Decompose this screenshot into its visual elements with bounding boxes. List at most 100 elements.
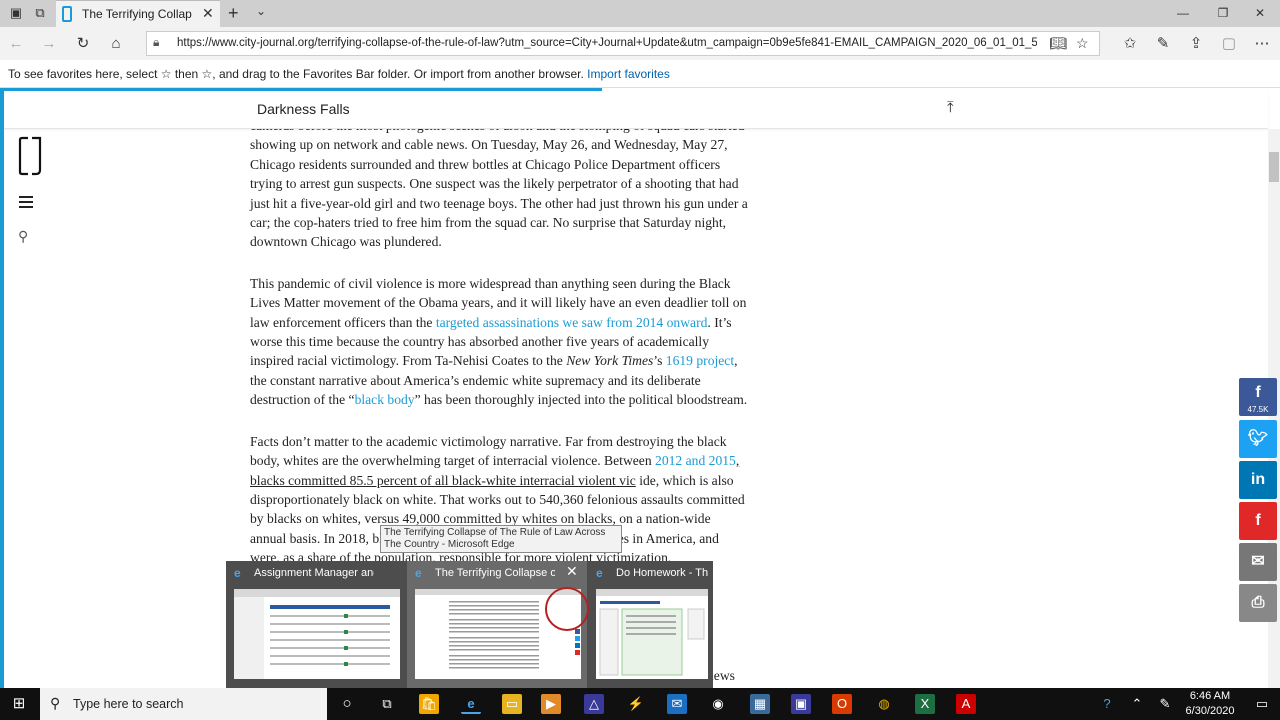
close-tab-icon[interactable]: ✕ (202, 5, 214, 22)
close-window-icon[interactable]: ✕ (1240, 0, 1280, 27)
cortana-icon[interactable]: ○ (337, 694, 357, 714)
linkedin-icon: in (1250, 471, 1266, 488)
back-to-top-icon[interactable]: ⤒ (947, 99, 954, 116)
paragraph: This pandemic of civil violence is more … (250, 275, 748, 408)
excel-icon[interactable]: X (915, 694, 935, 714)
tab-strip: ▣ ⧉ The Terrifying Collapse o ✕ + ⌄ — ❐ … (0, 0, 1280, 27)
search-icon[interactable]: ⚲ (18, 228, 28, 245)
forward-icon[interactable]: → (39, 34, 59, 54)
more-icon[interactable]: ⋯ (1252, 34, 1272, 54)
edge-taskbar-icon[interactable]: e (461, 694, 481, 714)
obs-icon[interactable]: ◉ (708, 694, 728, 714)
linkedin-share-button[interactable]: in (1239, 461, 1277, 499)
acrobat-icon[interactable]: A (956, 694, 976, 714)
print-button[interactable]: ⎙ (1239, 584, 1277, 622)
windows-taskbar: ⊞ ⚲ Type here to search ○ ⧉ 🛍︎ e ▭ ▶ △ ⚡… (0, 688, 1280, 720)
article-link[interactable]: targeted assassinations we saw from 2014… (436, 315, 708, 330)
clock-time: 6:46 AM (1189, 690, 1231, 702)
calendar-icon[interactable]: ▣ (791, 694, 811, 714)
tab-active[interactable]: The Terrifying Collapse o ✕ (56, 0, 220, 27)
thumbnail-preview (596, 589, 708, 679)
back-icon[interactable]: ← (6, 34, 26, 54)
extension-icon[interactable]: ▢ (1219, 34, 1239, 54)
favicon-icon (62, 6, 72, 22)
lock-icon[interactable]: 🔒︎ (153, 35, 159, 50)
calculator-icon[interactable]: ▦ (750, 694, 770, 714)
task-view-icon[interactable]: ⧉ (377, 694, 397, 714)
reading-view-icon[interactable]: 📖︎ (1049, 35, 1067, 52)
city-journal-logo[interactable]: CJ (18, 135, 44, 177)
mail-icon[interactable]: ✉ (667, 694, 687, 714)
tray-expand-icon[interactable]: ⌃ (1127, 694, 1147, 714)
mouse-cursor-icon: ↖ (566, 603, 577, 617)
tabs-aside-icon[interactable]: ⧉ (31, 5, 49, 21)
tab-actions-icon[interactable]: ▣ (7, 5, 25, 21)
notification-icon[interactable]: ▭ (1252, 694, 1272, 714)
thumbnail-title: Assignment Manager and 7 mo... (254, 567, 374, 579)
favorites-hub-icon[interactable]: ✩ (1120, 34, 1140, 54)
menu-icon[interactable] (19, 196, 33, 208)
store-icon[interactable]: 🛍︎ (419, 694, 439, 714)
email-icon: ✉ (1251, 553, 1265, 570)
flipboard-share-button[interactable]: f (1239, 502, 1277, 540)
taskbar-clock[interactable]: 6:46 AM 6/30/2020 (1180, 689, 1240, 719)
chevron-down-icon[interactable]: ⌄ (256, 4, 266, 18)
article-link[interactable]: black body (355, 392, 415, 407)
taskbar-thumbnail-popup: e Assignment Manager and 7 mo... e The Ter… (226, 561, 713, 688)
search-placeholder: Type here to search (73, 697, 184, 711)
app-icon[interactable]: △ (584, 694, 604, 714)
windows-start-icon[interactable]: ⊞ (9, 694, 29, 714)
thumbnail-title: The Terrifying Collapse of... (435, 567, 555, 579)
navigation-bar: ← → ↻ ⌂ 🔒︎ https://www.city-journal.org/… (0, 27, 1280, 60)
facebook-share-count: 47.5K (1247, 405, 1269, 414)
article-link[interactable]: 1619 project (666, 353, 734, 368)
scrollbar-thumb[interactable] (1269, 152, 1279, 182)
thumbnail-title: Do Homework - Th... (616, 567, 708, 579)
search-icon: ⚲ (50, 695, 61, 711)
import-favorites-link[interactable]: Import favorites (587, 67, 670, 81)
pen-workspace-icon[interactable]: ✎ (1155, 694, 1175, 714)
favorite-star-icon[interactable]: ☆ (1076, 35, 1089, 52)
article-title: Darkness Falls (257, 101, 350, 117)
restore-icon[interactable]: ❐ (1203, 0, 1243, 27)
facebook-share-button[interactable]: f 47.5K (1239, 378, 1277, 416)
article-sticky-header: Darkness Falls ⤒ (0, 91, 1268, 129)
favorites-bar: To see favorites here, select ☆ then ☆, … (0, 60, 1280, 88)
facebook-icon: f (1255, 384, 1261, 401)
flipboard-icon: f (1255, 512, 1261, 529)
url-text[interactable]: https://www.city-journal.org/terrifying-… (177, 37, 1037, 49)
media-player-icon[interactable]: ▶ (541, 694, 561, 714)
chrome-icon[interactable]: ◍ (874, 694, 894, 714)
email-share-button[interactable]: ✉ (1239, 543, 1277, 581)
home-icon[interactable]: ⌂ (106, 34, 126, 54)
share-icon[interactable]: ⇪ (1186, 34, 1206, 54)
address-bar[interactable]: 🔒︎ https://www.city-journal.org/terrifyi… (146, 31, 1100, 56)
visual-studio-code-icon[interactable]: ⚡ (626, 694, 646, 714)
new-tab-icon[interactable]: + (228, 3, 239, 24)
edge-icon: e (596, 566, 603, 580)
paragraph: cameras before the most photogenic scene… (250, 118, 748, 250)
thumbnail-preview (234, 589, 400, 679)
edge-icon: e (415, 566, 422, 580)
refresh-icon[interactable]: ↻ (73, 34, 93, 54)
left-accent-rail (0, 91, 4, 689)
help-icon[interactable]: ? (1097, 694, 1117, 714)
favorites-message: To see favorites here, select ☆ then ☆, … (8, 67, 584, 81)
office-icon[interactable]: O (832, 694, 852, 714)
clock-date: 6/30/2020 (1185, 705, 1235, 717)
edge-icon: e (234, 566, 241, 580)
close-thumbnail-icon[interactable]: ✕ (566, 563, 578, 580)
thumbnail-window[interactable]: e Assignment Manager and 7 mo... (226, 561, 406, 688)
print-icon: ⎙ (1251, 594, 1265, 611)
file-explorer-icon[interactable]: ▭ (502, 694, 522, 714)
taskbar-search-box[interactable]: ⚲ Type here to search (40, 688, 327, 720)
twitter-share-button[interactable]: 🐦︎ (1239, 420, 1277, 458)
pen-icon[interactable]: ✎ (1153, 34, 1173, 54)
article-body: cameras before the most photogenic scene… (250, 116, 750, 590)
thumbnail-window[interactable]: e Do Homework - Th... (588, 561, 713, 688)
window-tooltip: The Terrifying Collapse of The Rule of L… (380, 525, 622, 553)
minimize-icon[interactable]: — (1163, 0, 1203, 27)
tab-title: The Terrifying Collapse o (82, 7, 192, 21)
article-link[interactable]: 2012 and 2015 (655, 453, 736, 468)
twitter-icon: 🐦︎ (1247, 430, 1269, 447)
